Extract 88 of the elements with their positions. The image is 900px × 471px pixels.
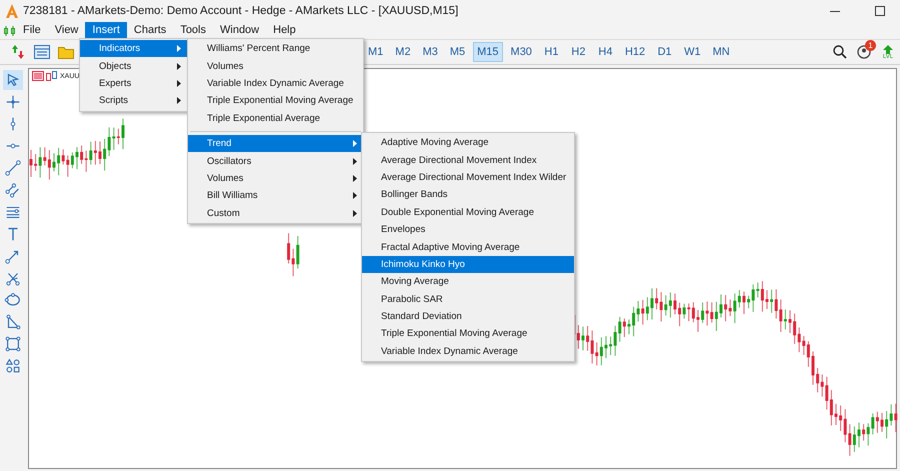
submenu-arrow-icon xyxy=(177,62,181,70)
minimize-icon[interactable] xyxy=(830,10,840,12)
notification-badge: 1 xyxy=(865,40,876,51)
menu-item[interactable]: Variable Index Dynamic Average xyxy=(362,342,574,360)
candle xyxy=(52,152,56,172)
timeframe-button[interactable]: H2 xyxy=(566,42,590,62)
submenu-arrow-icon xyxy=(177,97,181,104)
submenu-arrow-icon xyxy=(353,140,357,148)
menu-item[interactable]: Variable Index Dynamic Average xyxy=(188,74,363,92)
timeframe-button[interactable]: M3 xyxy=(418,42,442,62)
chart-icon xyxy=(4,26,16,36)
menu-item[interactable]: Triple Exponential Moving Average xyxy=(188,92,363,110)
submenu-arrow-icon xyxy=(177,80,181,87)
menu-item[interactable]: Average Directional Movement Index Wilder xyxy=(362,168,574,186)
submenu-arrow-icon xyxy=(353,210,357,217)
menu-item[interactable]: Adaptive Moving Average xyxy=(362,134,574,152)
menu-bar-item[interactable]: Window xyxy=(213,22,266,39)
menu-bar-item[interactable]: Tools xyxy=(173,22,213,39)
candle xyxy=(30,149,32,178)
candle xyxy=(582,326,584,351)
candle xyxy=(720,294,722,318)
menu-item[interactable]: Triple Exponential Moving Average xyxy=(362,325,574,343)
candle xyxy=(674,293,676,315)
menu-item[interactable]: Parabolic SAR xyxy=(362,290,574,308)
menu-item[interactable]: Triple Exponential Average xyxy=(188,110,363,127)
cursor-icon[interactable] xyxy=(3,70,23,90)
menu-item[interactable]: Double Exponential Moving Average xyxy=(362,204,574,221)
window-icon[interactable] xyxy=(32,42,52,62)
trendline-icon[interactable] xyxy=(3,158,23,178)
candle xyxy=(766,290,768,310)
chart-list-icon[interactable] xyxy=(32,71,44,81)
menu-item[interactable]: Oscillators xyxy=(188,152,363,170)
candle xyxy=(604,336,608,359)
timeframe-button[interactable]: W1 xyxy=(680,42,705,62)
submenu-arrow-icon xyxy=(353,174,357,182)
menu-item[interactable]: Standard Deviation xyxy=(362,308,574,326)
candle xyxy=(628,318,630,335)
menu-item[interactable]: Experts xyxy=(80,74,187,92)
menu-item[interactable]: Fractal Adaptive Moving Average xyxy=(362,238,574,256)
timeframe-button[interactable]: H12 xyxy=(620,42,650,62)
candle xyxy=(122,118,124,150)
candle xyxy=(834,403,838,426)
submenu-arrow-icon xyxy=(353,192,357,200)
menu-item[interactable]: Indicators xyxy=(80,40,187,58)
menu-item[interactable]: Objects xyxy=(80,57,187,75)
timeframe-button[interactable]: H4 xyxy=(594,42,617,62)
menu-bar-item[interactable]: Insert xyxy=(85,22,127,39)
chart-type-icon[interactable] xyxy=(46,71,58,81)
candle xyxy=(812,350,814,386)
candle xyxy=(880,412,884,432)
candle xyxy=(76,146,78,170)
candle xyxy=(696,310,700,332)
maximize-icon[interactable] xyxy=(875,6,885,16)
candle xyxy=(98,141,102,165)
menu-item[interactable]: Scripts xyxy=(80,92,187,110)
timeframe-button[interactable]: D1 xyxy=(653,42,676,62)
candle xyxy=(742,291,746,314)
up-arrow-icon[interactable] xyxy=(883,44,893,54)
menu-bar-item[interactable]: View xyxy=(48,22,86,39)
submenu-arrow-icon xyxy=(177,45,181,52)
app-logo-icon xyxy=(6,4,18,18)
menu-item[interactable]: Bollinger Bands xyxy=(362,186,574,204)
timeframe-button[interactable]: M2 xyxy=(391,42,415,62)
rectangle-icon[interactable] xyxy=(3,334,23,354)
menu-item[interactable]: Williams' Percent Range xyxy=(188,40,363,58)
menu-item[interactable]: Volumes xyxy=(188,57,363,75)
timeframe-button[interactable]: M1 xyxy=(364,42,388,62)
candle xyxy=(650,288,654,320)
timeframe-button[interactable]: H1 xyxy=(540,42,563,62)
menu-bar-item[interactable]: File xyxy=(16,22,48,39)
menu-item[interactable]: Custom xyxy=(188,204,363,222)
timeframe-button[interactable]: M30 xyxy=(506,42,536,62)
candle xyxy=(858,422,860,448)
menu-bar-item[interactable]: Help xyxy=(266,22,303,39)
menu-item[interactable]: Ichimoku Kinko Hyo xyxy=(362,256,574,274)
timeframe-button[interactable]: MN xyxy=(708,42,734,62)
menu-item[interactable]: Envelopes xyxy=(362,220,574,238)
timeframe-button[interactable]: M5 xyxy=(446,42,470,62)
menu-item[interactable]: Volumes xyxy=(188,170,363,188)
menu-bar-item[interactable]: Charts xyxy=(126,22,174,39)
submenu-arrow-icon xyxy=(353,158,357,165)
timeframe-button[interactable]: M15 xyxy=(473,42,503,62)
candle xyxy=(788,310,792,334)
menu-item[interactable]: Moving Average xyxy=(362,273,574,291)
menu-item[interactable]: Average Directional Movement Index xyxy=(362,151,574,169)
menu-item[interactable]: Trend xyxy=(188,134,363,152)
menu-item[interactable]: Bill Williams xyxy=(188,187,363,205)
window-title: 7238181 - AMarkets-Demo: Demo Account - Hedge - AMarkets LLC - [XAUUSD,M15] xyxy=(23,5,458,17)
